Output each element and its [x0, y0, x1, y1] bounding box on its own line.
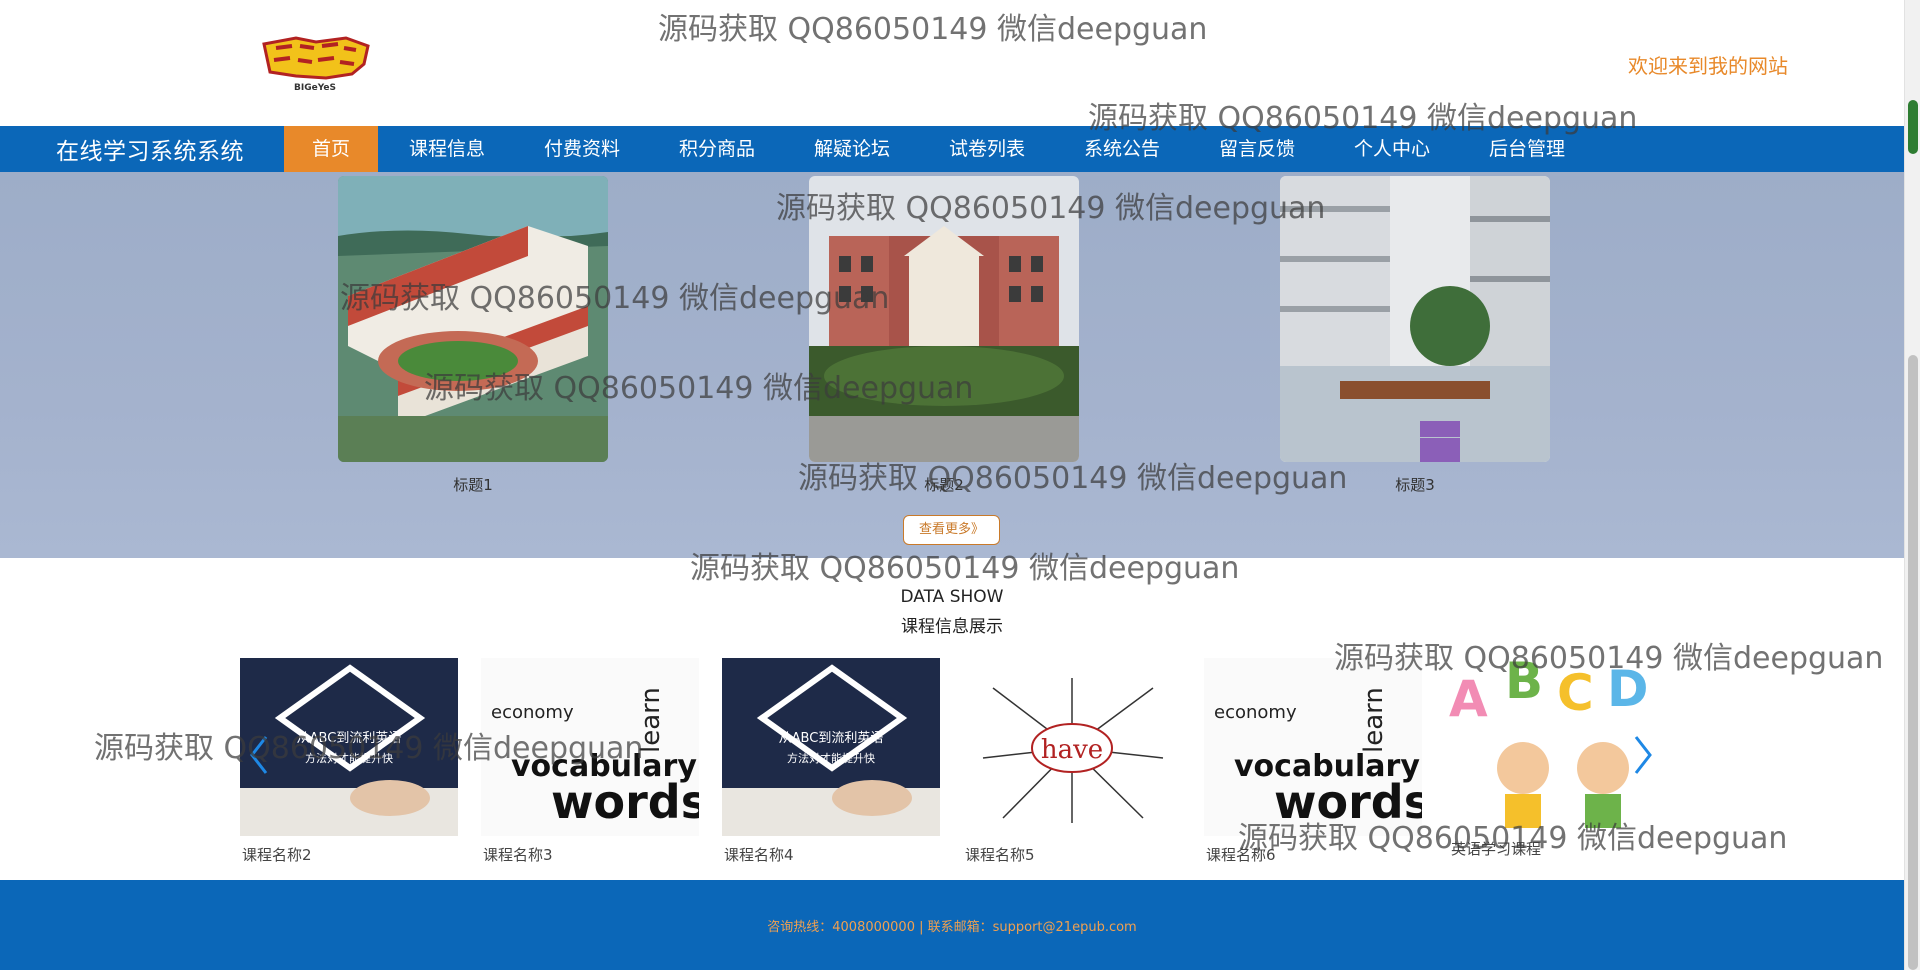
svg-text:economy: economy: [491, 702, 574, 723]
nav-item-feedback[interactable]: 留言反馈: [1191, 126, 1323, 172]
footer: 咨询热线：4008000000 | 联系邮箱：support@21epub.co…: [0, 880, 1904, 970]
course-caption-4: 课程名称5: [965, 846, 1035, 864]
carousel-prev-arrow[interactable]: [244, 733, 274, 777]
course-caption-1: 课程名称2: [242, 846, 312, 864]
svg-text:C: C: [1557, 664, 1594, 722]
photo-caption-1: 标题1: [453, 476, 493, 494]
course-section: DATA SHOW 课程信息展示 从ABC到流利英语 方法对才能提升快 课程名称…: [0, 558, 1904, 880]
svg-text:D: D: [1607, 660, 1649, 718]
campus-photo-1[interactable]: [338, 176, 608, 462]
course-caption-3: 课程名称4: [724, 846, 794, 864]
nav-item-user-center[interactable]: 个人中心: [1326, 126, 1458, 172]
svg-text:words: words: [551, 775, 699, 829]
nav-item-home[interactable]: 首页: [284, 126, 379, 172]
top-header: BIGeYeS 欢迎来到我的网站: [0, 0, 1904, 126]
nav-item-points-goods[interactable]: 积分商品: [651, 126, 783, 172]
course-card-2[interactable]: economy vocabulary words learn: [481, 658, 699, 836]
nav-menu: 首页 课程信息 付费资料 积分商品 解疑论坛 试卷列表 系统公告 留言反馈 个人…: [284, 126, 1596, 172]
carousel-next-arrow[interactable]: [1628, 733, 1658, 777]
svg-text:方法对才能提升快: 方法对才能提升快: [787, 751, 875, 765]
course-card-5[interactable]: economy vocabulary words learn: [1204, 658, 1422, 836]
nav-item-course-info[interactable]: 课程信息: [381, 126, 513, 172]
scrollbar-thumb[interactable]: [1908, 355, 1918, 970]
svg-text:learn: learn: [636, 687, 666, 753]
course-card-4[interactable]: have: [963, 658, 1181, 836]
svg-text:economy: economy: [1214, 702, 1297, 723]
photo-caption-3: 标题3: [1395, 476, 1435, 494]
svg-text:从ABC到流利英语: 从ABC到流利英语: [779, 731, 884, 746]
page-scrollbar[interactable]: [1904, 0, 1920, 970]
site-logo[interactable]: BIGeYeS: [256, 34, 374, 96]
page: BIGeYeS 欢迎来到我的网站 在线学习系统系统 首页 课程信息 付费资料 积…: [0, 0, 1920, 970]
course-caption-5: 课程名称6: [1206, 846, 1276, 864]
nav-item-paid-materials[interactable]: 付费资料: [516, 126, 648, 172]
svg-text:words: words: [1274, 775, 1422, 829]
nav-item-admin[interactable]: 后台管理: [1461, 126, 1593, 172]
banner-section: 标题1 标题2 标题3 查看更多》: [0, 172, 1904, 558]
footer-contact: 咨询热线：4008000000 | 联系邮箱：support@21epub.co…: [767, 920, 1137, 935]
svg-text:BIGeYeS: BIGeYeS: [294, 83, 336, 93]
site-title[interactable]: 在线学习系统系统: [56, 132, 284, 166]
section-title-en: DATA SHOW: [900, 587, 1004, 607]
section-title-cn: 课程信息展示: [901, 617, 1003, 637]
campus-photo-2[interactable]: [809, 176, 1079, 462]
main-nav: 在线学习系统系统 首页 课程信息 付费资料 积分商品 解疑论坛 试卷列表 系统公…: [0, 126, 1904, 172]
svg-text:A: A: [1449, 670, 1488, 728]
svg-text:B: B: [1505, 658, 1543, 710]
svg-text:方法对才能提升快: 方法对才能提升快: [305, 751, 393, 765]
photo-caption-2: 标题2: [924, 476, 964, 494]
nav-item-announcements[interactable]: 系统公告: [1056, 126, 1188, 172]
welcome-text: 欢迎来到我的网站: [1628, 54, 1788, 78]
course-caption-2: 课程名称3: [483, 846, 553, 864]
nav-item-exam-list[interactable]: 试卷列表: [921, 126, 1053, 172]
svg-text:have: have: [1041, 735, 1103, 765]
course-caption-6: 英语学习课程: [1451, 840, 1542, 858]
svg-text:从ABC到流利英语: 从ABC到流利英语: [297, 731, 402, 746]
nav-item-forum[interactable]: 解疑论坛: [786, 126, 918, 172]
scrollbar-indicator: [1908, 100, 1918, 154]
course-card-3[interactable]: 从ABC到流利英语 方法对才能提升快: [722, 658, 940, 836]
svg-text:learn: learn: [1359, 687, 1389, 753]
campus-photo-3[interactable]: [1280, 176, 1550, 462]
view-more-button[interactable]: 查看更多》: [903, 515, 1000, 545]
